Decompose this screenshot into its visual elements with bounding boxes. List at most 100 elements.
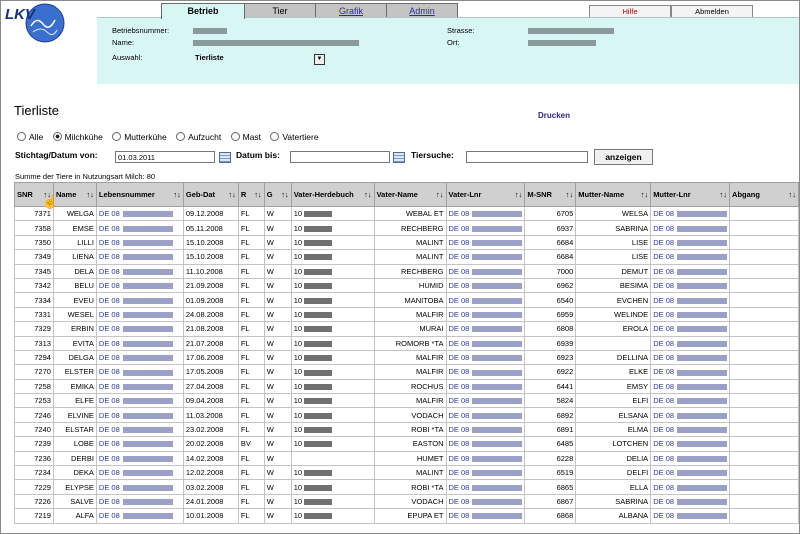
radio-milchkuehe[interactable]: Milchkühe — [52, 132, 103, 142]
table-row[interactable]: 7342 BELU DE 08 21.09.2008 FL W 10 HUMID DE 08 69… — [14, 277, 799, 294]
table-row[interactable]: 7229 ELYPSE DE 08 03.02.2008 FL W 10 ROBI *TA DE… — [14, 479, 799, 495]
cell-vlnr[interactable]: DE 08 — [445, 263, 526, 279]
auswahl-select[interactable]: Tierliste ▼ — [195, 53, 327, 65]
cell-leb[interactable]: DE 08 — [95, 277, 184, 294]
cell-vlnr[interactable]: DE 08 — [445, 205, 526, 222]
cell-mlnr[interactable]: DE 08 — [650, 493, 731, 510]
cell-vlnr[interactable]: DE 08 — [445, 234, 526, 251]
column-header-vater-name[interactable]: Vater-Name ↑↓ — [373, 182, 447, 207]
sort-arrows-icon[interactable]: ↑↓ — [720, 190, 728, 199]
cell-vlnr[interactable]: DE 08 — [445, 421, 526, 438]
table-row[interactable]: 7358 EMSE DE 08 05.11.2008 FL W 10 RECHBERG DE 0… — [14, 220, 799, 236]
radio-icon[interactable] — [176, 132, 186, 141]
cell-vlnr[interactable]: DE 08 — [445, 335, 526, 351]
cell-vlnr[interactable]: DE 08 — [445, 493, 526, 510]
anzeigen-button[interactable]: anzeigen — [594, 149, 653, 165]
table-row[interactable]: 7246 ELVINE DE 08 11.03.2008 FL W 10 VODACH DE 0… — [14, 407, 799, 423]
sort-arrows-icon[interactable]: ↑↓ — [436, 190, 444, 199]
cell-mlnr[interactable]: DE 08 — [650, 479, 731, 495]
cell-vlnr[interactable]: DE 08 — [445, 450, 526, 467]
cell-vlnr[interactable]: DE 08 — [445, 436, 526, 452]
cell-leb[interactable]: DE 08 — [95, 234, 184, 251]
drucken-link[interactable]: Drucken — [538, 111, 570, 120]
cell-vlnr[interactable]: DE 08 — [445, 479, 526, 495]
cell-leb[interactable]: DE 08 — [95, 306, 184, 323]
cell-vlnr[interactable]: DE 08 — [445, 364, 526, 380]
stichtag-input[interactable]: 01.03.2011 — [115, 151, 215, 163]
sort-arrows-icon[interactable]: ↑↓ — [254, 190, 262, 199]
cell-mlnr[interactable]: DE 08 — [650, 378, 731, 395]
cell-mlnr[interactable]: DE 08 — [650, 263, 731, 279]
cell-mlnr[interactable]: DE 08 — [650, 220, 731, 236]
cell-vlnr[interactable]: DE 08 — [445, 465, 526, 481]
radio-aufzucht[interactable]: Aufzucht — [176, 132, 221, 142]
cell-mlnr[interactable]: DE 08 — [650, 292, 731, 308]
table-row[interactable]: 7334 EVEU DE 08 01.09.2008 FL W 10 MANITOBA DE 0… — [14, 292, 799, 308]
tiersuche-input[interactable] — [466, 151, 588, 163]
cell-mlnr[interactable]: DE 08 — [650, 393, 731, 409]
cell-leb[interactable]: DE 08 — [95, 335, 184, 351]
cell-vlnr[interactable]: DE 08 — [445, 407, 526, 423]
sort-arrows-icon[interactable]: ↑↓ — [281, 190, 289, 199]
cell-vlnr[interactable]: DE 08 — [445, 321, 526, 337]
table-row[interactable]: 7270 ELSTER DE 08 17.05.2008 FL W 10 MALFIR DE 0… — [14, 364, 799, 380]
sort-arrows-icon[interactable]: ↑↓ — [789, 190, 797, 199]
cell-leb[interactable]: DE 08 — [95, 292, 184, 308]
cell-vlnr[interactable]: DE 08 — [445, 249, 526, 265]
cell-mlnr[interactable]: DE 08 — [650, 349, 731, 366]
table-row[interactable]: 7350 LILLI DE 08 15.10.2008 FL W 10 MALINT DE 08… — [14, 234, 799, 251]
column-header-abgang[interactable]: Abgang ↑↓ — [729, 182, 799, 207]
cell-mlnr[interactable]: DE 08 — [650, 421, 731, 438]
table-row[interactable]: 7239 LOBE DE 08 20.02.2008 BV W 10 EASTON DE 08 6… — [14, 436, 799, 452]
cell-vlnr[interactable]: DE 08 — [445, 292, 526, 308]
cell-leb[interactable]: DE 08 — [95, 263, 184, 279]
cell-mlnr[interactable]: DE 08 — [650, 321, 731, 337]
cell-mlnr[interactable]: DE 08 — [650, 205, 731, 222]
sort-arrows-icon[interactable]: ↑↓ — [641, 190, 649, 199]
datum-bis-input[interactable] — [290, 151, 390, 163]
column-header-m-snr[interactable]: M-SNR ↑↓ — [524, 182, 577, 207]
cell-leb[interactable]: DE 08 — [95, 407, 184, 423]
sort-arrows-icon[interactable]: ↑↓ — [364, 190, 372, 199]
cell-mlnr[interactable]: DE 08 — [650, 249, 731, 265]
table-row[interactable]: 7258 EMIKA DE 08 27.04.2008 FL W 10 ROCHUS DE 08… — [14, 378, 799, 395]
radio-mutterkuehe[interactable]: Mutterkühe — [112, 132, 167, 142]
sort-arrows-icon[interactable]: ↑↓ — [566, 190, 574, 199]
cell-mlnr[interactable]: DE 08 — [650, 407, 731, 423]
cell-vlnr[interactable]: DE 08 — [445, 393, 526, 409]
column-header-lebensnummer[interactable]: Lebensnummer ↑↓ — [95, 182, 184, 207]
cell-vlnr[interactable]: DE 08 — [445, 378, 526, 395]
cell-mlnr[interactable]: DE 08 — [650, 508, 731, 524]
column-header-geb-dat[interactable]: Geb-Dat ↑↓ — [182, 182, 239, 207]
cell-leb[interactable]: DE 08 — [95, 249, 184, 265]
cell-mlnr[interactable]: DE 08 — [650, 306, 731, 323]
sort-arrows-icon[interactable]: ↑↓ — [515, 190, 523, 199]
column-header-name[interactable]: Name ↑↓ — [52, 182, 97, 207]
sort-arrows-icon[interactable]: ↑↓ — [173, 190, 181, 199]
table-row[interactable]: 7226 SALVE DE 08 24.01.2008 FL W 10 VODACH DE 08… — [14, 493, 799, 510]
tab-link-admin[interactable]: Admin — [409, 6, 435, 16]
cell-vlnr[interactable]: DE 08 — [445, 220, 526, 236]
column-header-g[interactable]: G ↑↓ — [263, 182, 292, 207]
cell-leb[interactable]: DE 08 — [95, 493, 184, 510]
table-row[interactable]: 7345 DELA DE 08 11.10.2008 FL W 10 RECHBERG DE 0… — [14, 263, 799, 279]
table-row[interactable]: 7329 ERBIN DE 08 21.08.2008 FL W 10 MURAI DE 08 6… — [14, 321, 799, 337]
radio-icon[interactable] — [17, 132, 26, 141]
column-header-vater-herdebuch[interactable]: ↑↓ Vater-Herdebuch — [290, 182, 375, 207]
tab-betrieb[interactable]: Betrieb — [161, 3, 245, 19]
cell-vlnr[interactable]: DE 08 — [445, 306, 526, 323]
cell-leb[interactable]: DE 08 — [95, 205, 184, 222]
table-row[interactable]: 7371 WELGA DE 08 09.12.2008 FL W 10 WEBAL ET DE … — [14, 205, 799, 222]
cell-mlnr[interactable]: DE 08 — [650, 436, 731, 452]
radio-icon[interactable] — [230, 132, 240, 141]
table-row[interactable]: 7234 DEKA DE 08 12.02.2008 FL W 10 MALINT DE 08 6… — [14, 465, 799, 481]
cell-mlnr[interactable]: DE 08 — [650, 277, 731, 294]
cell-leb[interactable]: DE 08 — [95, 349, 184, 366]
cell-vlnr[interactable]: DE 08 — [445, 349, 526, 366]
radio-icon[interactable] — [112, 132, 122, 141]
column-header-mutter-lnr[interactable]: Mutter-Lnr ↑↓ — [650, 182, 731, 207]
cell-leb[interactable]: DE 08 — [95, 364, 184, 380]
dropdown-arrow-icon[interactable]: ▼ — [314, 54, 325, 65]
cell-leb[interactable]: DE 08 — [95, 378, 184, 395]
tab-grafik[interactable]: Grafik — [315, 3, 387, 18]
